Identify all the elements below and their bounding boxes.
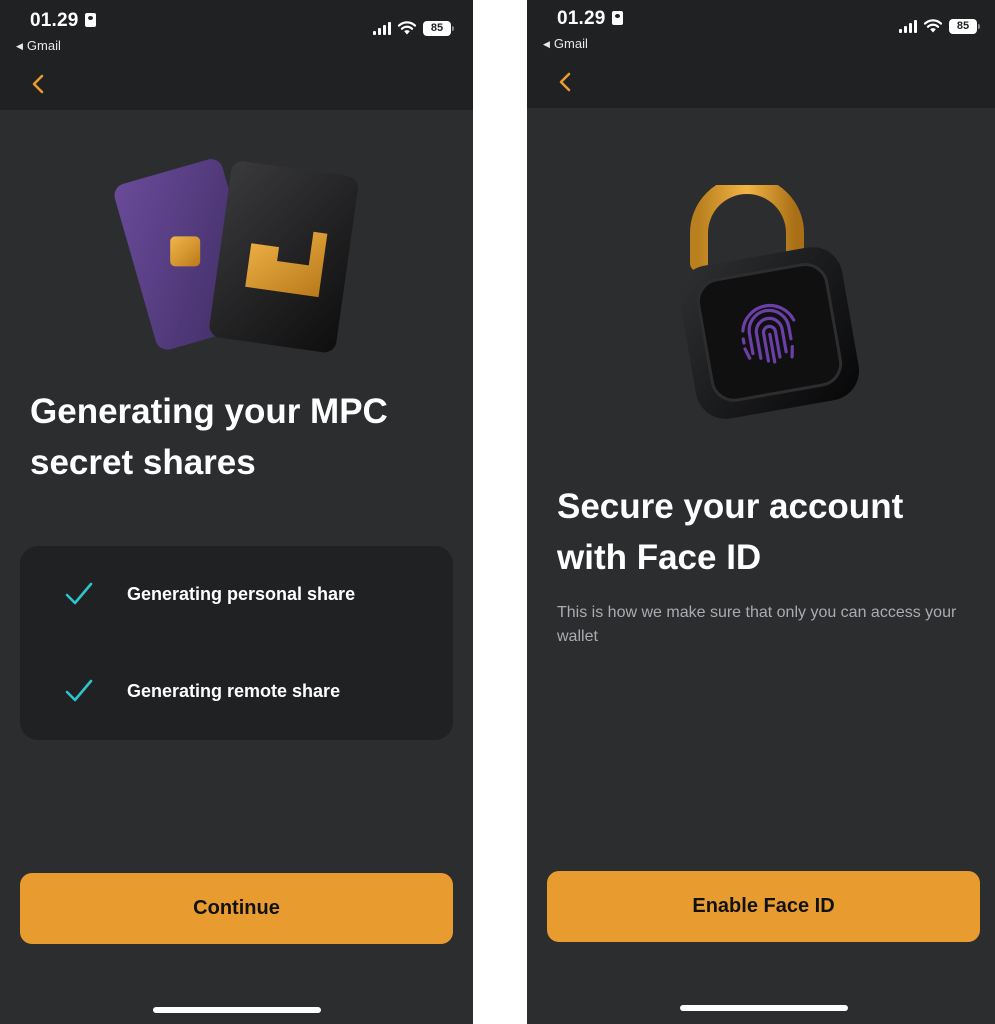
back-triangle-icon: ◀ <box>16 41 23 51</box>
wifi-icon <box>397 21 417 35</box>
checkmark-icon <box>65 679 93 702</box>
cards-illustration <box>114 159 358 353</box>
phone-screen-mpc: 01.29 ◀ Gmail 85 Generating your MPC sec… <box>0 0 473 1024</box>
task-row-personal-share: Generating personal share <box>20 574 453 614</box>
task-label: Generating remote share <box>127 680 341 701</box>
page-title: Secure your account with Face ID <box>557 487 904 577</box>
enable-face-id-button[interactable]: Enable Face ID <box>547 871 980 942</box>
back-to-app-link[interactable]: ◀ Gmail <box>543 36 588 51</box>
fingerprint-padlock-illustration <box>679 185 860 419</box>
wifi-icon <box>923 19 943 33</box>
page-title: Generating your MPC secret shares <box>30 392 388 482</box>
back-chevron-icon[interactable] <box>555 68 575 96</box>
status-bar: 01.29 ◀ Gmail 85 <box>527 0 995 108</box>
back-triangle-icon: ◀ <box>543 39 550 49</box>
status-icons: 85 <box>373 20 454 36</box>
phone-screen-face-id: 01.29 ◀ Gmail 85 Secure your account wit… <box>527 0 995 1024</box>
back-to-app-link[interactable]: ◀ Gmail <box>16 38 61 53</box>
status-time: 01.29 <box>557 8 623 30</box>
battery-icon: 85 <box>949 18 980 34</box>
checkmark-icon <box>65 582 93 605</box>
cellular-signal-icon <box>373 21 391 35</box>
task-label: Generating personal share <box>127 583 356 604</box>
home-indicator[interactable] <box>680 1005 848 1011</box>
page-subtitle: This is how we make sure that only you c… <box>557 604 957 645</box>
cellular-signal-icon <box>899 19 917 33</box>
continue-button[interactable]: Continue <box>20 873 453 944</box>
status-bar: 01.29 ◀ Gmail 85 <box>0 0 473 110</box>
id-card-icon <box>84 13 96 27</box>
status-icons: 85 <box>899 18 980 34</box>
back-chevron-icon[interactable] <box>28 70 48 98</box>
task-row-remote-share: Generating remote share <box>20 671 453 711</box>
id-card-icon <box>611 11 623 25</box>
home-indicator[interactable] <box>153 1007 321 1013</box>
status-time: 01.29 <box>30 10 96 32</box>
battery-icon: 85 <box>423 20 454 36</box>
progress-card: Generating personal share Generating rem… <box>20 546 453 740</box>
